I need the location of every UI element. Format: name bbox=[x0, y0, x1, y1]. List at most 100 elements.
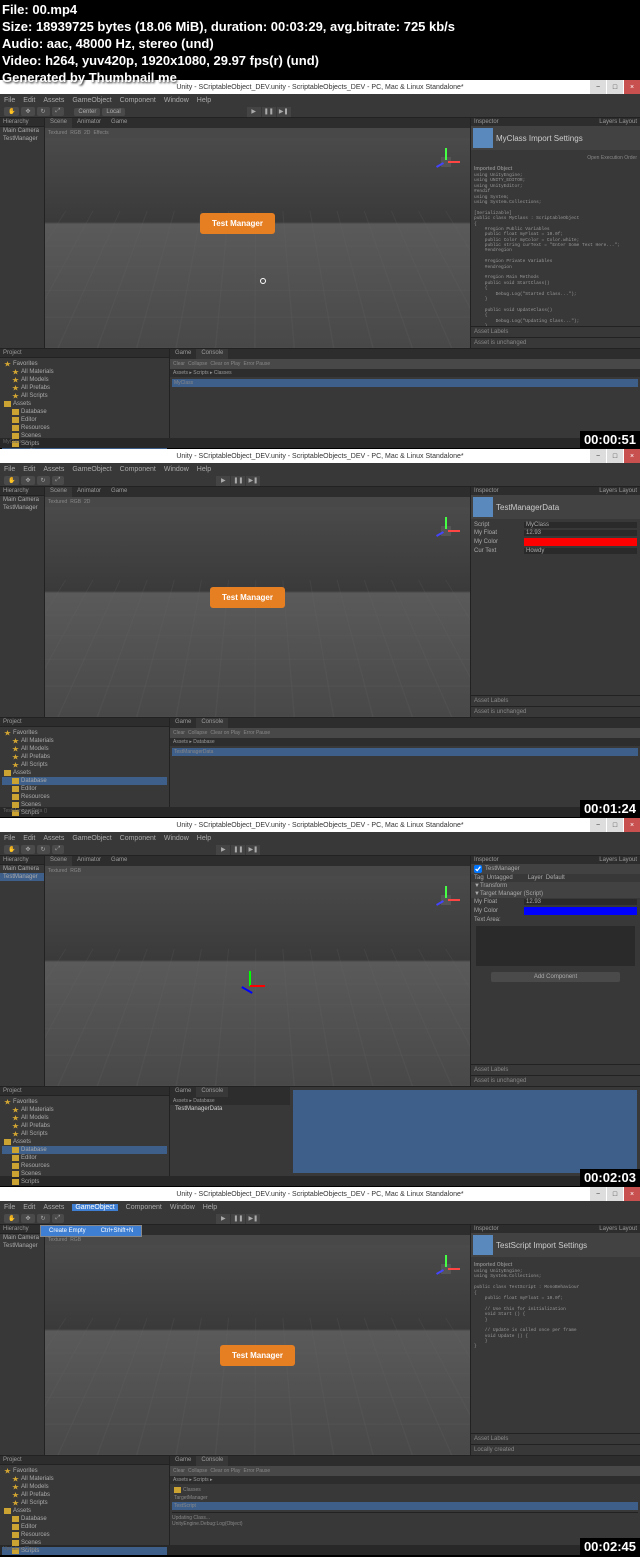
animator-tab[interactable]: Animator bbox=[72, 118, 106, 128]
menu-window[interactable]: Window bbox=[164, 97, 189, 104]
move-tool[interactable]: ✥ bbox=[21, 107, 34, 116]
asset-header: MyClass Import Settings bbox=[471, 126, 640, 150]
test-manager-object[interactable]: Test Manager bbox=[220, 1345, 295, 1366]
project-tab[interactable]: Project bbox=[0, 349, 169, 358]
hand-tool[interactable]: ✋ bbox=[4, 476, 19, 485]
transform-component[interactable]: ▼ Transform bbox=[471, 882, 640, 890]
project-breadcrumb[interactable]: Assets ▸ Scripts ▸ Classes bbox=[170, 369, 640, 377]
fav-item[interactable]: All Prefabs bbox=[2, 384, 167, 392]
play-button[interactable]: ▶ bbox=[216, 476, 230, 486]
timestamp: 00:02:45 bbox=[580, 1538, 640, 1555]
file-item-selected[interactable]: MyClass bbox=[172, 379, 638, 387]
scene-viewport[interactable]: Test Manager bbox=[45, 1245, 470, 1455]
folder-item[interactable]: Resources bbox=[2, 424, 167, 432]
console-tab[interactable]: Console bbox=[196, 349, 228, 359]
script-icon bbox=[473, 1235, 493, 1255]
timestamp: 00:02:03 bbox=[580, 1169, 640, 1186]
game-tab-2[interactable]: Game bbox=[170, 349, 196, 359]
file-item-selected[interactable]: TestManagerData bbox=[172, 748, 638, 756]
close-button[interactable]: × bbox=[624, 80, 640, 94]
main-toolbar: ✋ ✥ ↻ ⤢ Center Local ▶ ❚❚ ▶❚ bbox=[0, 106, 640, 118]
folder-item[interactable]: Editor bbox=[2, 416, 167, 424]
scene-area: Scene Animator Game Textured RGB 2D Effe… bbox=[45, 118, 470, 348]
menu-edit[interactable]: Edit bbox=[23, 97, 35, 104]
fav-item[interactable]: All Scripts bbox=[2, 392, 167, 400]
field-script: ScriptMyClass bbox=[471, 521, 640, 529]
step-button[interactable]: ▶❚ bbox=[277, 107, 291, 117]
space-toggle[interactable]: Local bbox=[102, 108, 124, 116]
frame-1: Unity - SCriptableObject_DEV.unity - Scr… bbox=[0, 80, 640, 449]
hand-tool[interactable]: ✋ bbox=[4, 107, 19, 116]
code-preview: using UnityEngine; using System.Collecti… bbox=[474, 1269, 637, 1350]
pivot-toggle[interactable]: Center bbox=[74, 108, 100, 116]
maximize-button[interactable]: □ bbox=[607, 80, 623, 94]
menu-assets[interactable]: Assets bbox=[43, 97, 64, 104]
menu-help[interactable]: Help bbox=[197, 97, 211, 104]
color-swatch[interactable] bbox=[524, 538, 637, 546]
asset-unchanged: Asset is unchanged bbox=[471, 337, 640, 348]
video-metadata-overlay: File: 00.mp4 Size: 18939725 bytes (18.06… bbox=[2, 2, 455, 86]
project-panel: Project Favorites All Materials All Mode… bbox=[0, 349, 170, 438]
scene-gizmo[interactable] bbox=[432, 148, 460, 176]
hierarchy-tab[interactable]: Hierarchy bbox=[0, 118, 44, 127]
fav-item[interactable]: All Materials bbox=[2, 368, 167, 376]
scene-gizmo[interactable] bbox=[432, 517, 460, 545]
rotate-tool[interactable]: ↻ bbox=[37, 107, 50, 116]
scale-tool[interactable]: ⤢ bbox=[52, 476, 65, 485]
move-tool[interactable]: ✥ bbox=[21, 476, 34, 485]
script-component[interactable]: ▼ Target Manager (Script) bbox=[471, 890, 640, 898]
menu-gameobject[interactable]: GameObject bbox=[72, 97, 111, 104]
fav-item[interactable]: All Models bbox=[2, 376, 167, 384]
test-manager-object[interactable]: Test Manager bbox=[210, 587, 285, 608]
frame-3: Unity - SCriptableObject_DEV.unity - Scr… bbox=[0, 818, 640, 1187]
test-manager-object[interactable]: Test Manager bbox=[200, 213, 275, 234]
minimize-button[interactable]: − bbox=[590, 449, 606, 463]
hierarchy-item[interactable]: Main Camera bbox=[0, 127, 44, 135]
main-toolbar: ✋✥↻⤢ ▶❚❚▶❚ bbox=[0, 475, 640, 487]
window-titlebar: Unity - SCriptableObject_DEV.unity - Scr… bbox=[0, 449, 640, 463]
script-icon bbox=[473, 128, 493, 148]
close-button[interactable]: × bbox=[624, 449, 640, 463]
pause-button[interactable]: ❚❚ bbox=[231, 476, 245, 486]
text-area-input[interactable] bbox=[476, 926, 635, 966]
color-swatch[interactable] bbox=[524, 907, 637, 915]
scene-gizmo[interactable] bbox=[432, 886, 460, 914]
window-buttons: − □ × bbox=[589, 80, 640, 94]
field-curtext: Cur TextHowdy bbox=[471, 547, 640, 555]
inspector-panel: Inspector Layers Layout MyClass Import S… bbox=[470, 118, 640, 348]
code-preview: using UnityEngine; using UNITY_EDITOR; u… bbox=[474, 173, 637, 326]
field-mycolor: My Color bbox=[471, 537, 640, 547]
menu-component[interactable]: Component bbox=[120, 97, 156, 104]
step-button[interactable]: ▶❚ bbox=[246, 476, 260, 486]
inspector-tab[interactable]: Inspector bbox=[474, 119, 499, 125]
script-icon bbox=[473, 497, 493, 517]
scene-tab[interactable]: Scene bbox=[45, 118, 72, 128]
hierarchy-item[interactable]: TestManager bbox=[0, 135, 44, 143]
game-tab[interactable]: Game bbox=[106, 118, 132, 128]
timestamp: 00:01:24 bbox=[580, 800, 640, 817]
play-button[interactable]: ▶ bbox=[247, 107, 261, 117]
menu-file[interactable]: File bbox=[4, 97, 15, 104]
transform-gizmo[interactable] bbox=[235, 971, 265, 1001]
asset-header: TestManagerData bbox=[471, 495, 640, 519]
game-preview bbox=[293, 1090, 637, 1173]
assets-folder[interactable]: Assets bbox=[2, 400, 167, 408]
pause-button[interactable]: ❚❚ bbox=[262, 107, 276, 117]
scene-viewport[interactable]: Test Manager bbox=[45, 138, 470, 348]
add-component-button[interactable]: Add Component bbox=[491, 972, 620, 982]
minimize-button[interactable]: − bbox=[590, 80, 606, 94]
menu-item-create-empty[interactable]: Create EmptyCtrl+Shift+N bbox=[41, 1226, 141, 1236]
inspector-panel: InspectorLayers Layout TestManagerData S… bbox=[470, 487, 640, 717]
favorites-header[interactable]: Favorites bbox=[2, 360, 167, 368]
console-log-line: UnityEngine.Debug:Log(Object) bbox=[172, 1521, 638, 1527]
context-menu: Create EmptyCtrl+Shift+N bbox=[40, 1225, 142, 1237]
scene-gizmo[interactable] bbox=[432, 1255, 460, 1283]
scene-viewport[interactable] bbox=[45, 876, 470, 1086]
enabled-checkbox[interactable] bbox=[474, 865, 482, 873]
folder-item[interactable]: Database bbox=[2, 408, 167, 416]
rotate-tool[interactable]: ↻ bbox=[37, 476, 50, 485]
scale-tool[interactable]: ⤢ bbox=[52, 107, 65, 116]
console-area: Game Console Clear Collapse Clear on Pla… bbox=[170, 349, 640, 438]
scene-viewport[interactable]: Test Manager bbox=[45, 507, 470, 717]
maximize-button[interactable]: □ bbox=[607, 449, 623, 463]
